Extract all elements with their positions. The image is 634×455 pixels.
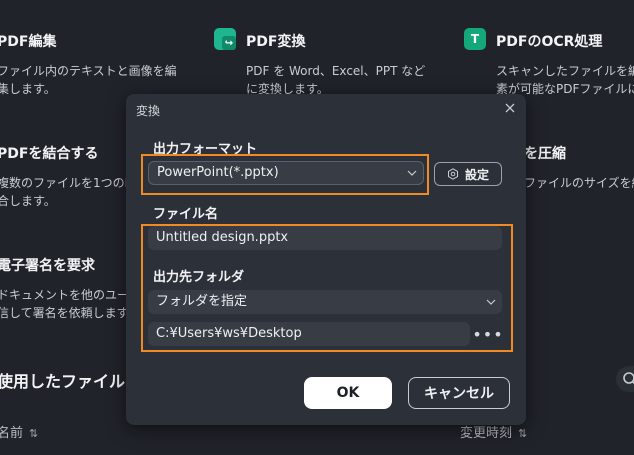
folder-path-input[interactable]: C:¥Users¥ws¥Desktop	[148, 322, 470, 346]
card-pdf-ocr-title[interactable]: PDFのOCR処理	[496, 31, 602, 51]
ok-button[interactable]: OK	[304, 377, 392, 409]
card-pdf-edit-title[interactable]: PDF編集	[0, 31, 56, 51]
chevron-down-icon	[407, 162, 417, 184]
close-icon	[505, 103, 515, 113]
cancel-button[interactable]: キャンセル	[408, 377, 510, 409]
settings-button[interactable]: 設定	[434, 162, 502, 186]
sort-icon: ⇅	[518, 427, 528, 440]
recent-files-heading: 使用したファイル	[0, 372, 126, 391]
file-name-label: ファイル名	[153, 207, 219, 222]
card-pdf-merge-desc: 複数のファイルを1つのP 合します。	[0, 176, 132, 208]
card-pdf-merge-title[interactable]: PDFを結合する	[0, 143, 98, 163]
sort-icon: ⇅	[29, 427, 39, 440]
folder-option-select[interactable]: フォルダを指定	[148, 290, 502, 314]
card-pdf-edit-desc: ファイル内のテキストと画像を編 集します。	[0, 64, 177, 96]
card-pdf-convert-title[interactable]: PDF変換	[246, 31, 305, 51]
convert-icon: ↪	[214, 28, 236, 50]
file-name-input[interactable]: Untitled design.pptx	[148, 226, 502, 250]
card-pdf-ocr-desc: スキャンしたファイルを編 素が可能なPDFファイルに	[496, 64, 634, 96]
gear-icon	[447, 168, 458, 180]
ocr-icon: T	[464, 28, 486, 50]
output-folder-label: 出力先フォルダ	[153, 270, 245, 285]
close-button[interactable]	[502, 100, 518, 116]
search-icon	[623, 372, 634, 385]
card-esign-desc: ドキュメントを他のユー 信して署名を依頼します	[0, 288, 130, 320]
card-pdf-compress-title[interactable]: を圧縮	[524, 143, 566, 163]
output-format-select[interactable]: PowerPoint(*.pptx)	[148, 161, 424, 185]
chevron-down-icon	[486, 290, 496, 314]
card-pdf-convert-desc: PDF を Word、Excel、PPT など に変換します。	[246, 64, 426, 96]
card-esign-title[interactable]: 電子署名を要求	[0, 255, 95, 275]
browse-more-button[interactable]: •••	[472, 322, 502, 346]
card-pdf-compress-desc: ファイルのサイズを縮	[524, 176, 634, 190]
search-button[interactable]	[616, 366, 634, 392]
column-name[interactable]: 名前 ⇅	[0, 422, 38, 441]
convert-dialog: 変換 出力フォーマット PowerPoint(*.pptx) 設定 ファイル名 …	[126, 94, 526, 425]
dialog-title: 変換	[136, 104, 161, 118]
